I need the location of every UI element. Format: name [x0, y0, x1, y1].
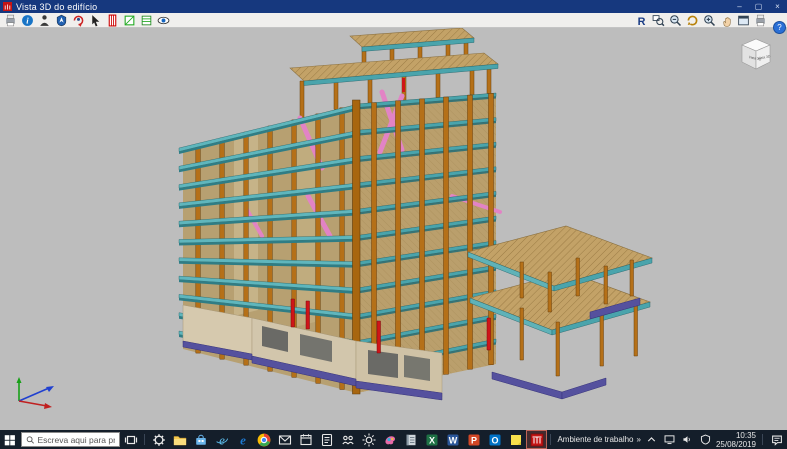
- toolbar-left-group: i: [2, 14, 172, 27]
- info-icon[interactable]: i: [20, 14, 35, 27]
- clock-time: 10:35: [735, 430, 756, 440]
- redraw-icon[interactable]: R: [634, 14, 649, 26]
- sticky-notes-icon[interactable]: [505, 430, 526, 449]
- toolbar-overflow-chevron[interactable]: »: [637, 435, 641, 444]
- app-window: Vista 3D do edifício – ▢ × i R Vista 3D …: [0, 0, 787, 449]
- desktop-toolbar-label[interactable]: Ambiente de trabalho: [557, 435, 633, 444]
- viewport-3d[interactable]: Vista 3D Vista 3D ?: [0, 22, 787, 430]
- store-icon[interactable]: [190, 430, 211, 449]
- taskbar-apps: ee X W P O: [120, 430, 548, 449]
- calendar-icon[interactable]: [295, 430, 316, 449]
- taskbar: ee X W P O Ambiente de trabalho » 10:35 25/0…: [0, 430, 787, 449]
- defender-shield-icon[interactable]: [698, 432, 713, 448]
- toolbar: i R: [0, 13, 787, 28]
- rotate-view-icon[interactable]: [685, 14, 700, 27]
- building-model[interactable]: [0, 27, 787, 430]
- people-icon[interactable]: [337, 430, 358, 449]
- close-button[interactable]: ×: [768, 0, 787, 13]
- person-icon[interactable]: [37, 14, 52, 27]
- axis-triad: [7, 373, 63, 416]
- weather-icon[interactable]: [358, 430, 379, 449]
- minimize-button[interactable]: –: [730, 0, 749, 13]
- svg-text:e: e: [219, 432, 225, 447]
- slab-stripes-icon[interactable]: [139, 14, 154, 27]
- word-icon[interactable]: W: [442, 430, 463, 449]
- mail-icon[interactable]: [274, 430, 295, 449]
- help-icon[interactable]: ?: [774, 22, 785, 33]
- clock-date: 25/08/2019: [715, 439, 756, 449]
- cype-icon[interactable]: [526, 430, 548, 449]
- search-input[interactable]: [37, 434, 116, 445]
- action-center-icon[interactable]: [769, 432, 784, 448]
- toolbar-right-group: R: [633, 14, 769, 27]
- settings-icon[interactable]: [148, 430, 169, 449]
- outlook-icon[interactable]: O: [484, 430, 505, 449]
- rotate-user-icon[interactable]: [71, 14, 86, 27]
- column-red-icon[interactable]: [105, 14, 120, 27]
- full-window-icon[interactable]: [736, 14, 751, 27]
- pointer-icon[interactable]: [88, 14, 103, 27]
- chrome-icon[interactable]: [253, 430, 274, 449]
- task-view-icon[interactable]: [120, 430, 141, 449]
- search-icon: [26, 435, 34, 444]
- svg-text:R: R: [638, 15, 646, 26]
- title-bar: Vista 3D do edifício – ▢ ×: [0, 0, 787, 13]
- x-axis-arrow: [44, 403, 52, 409]
- tray-chevron-up-icon[interactable]: [644, 432, 659, 448]
- internet-explorer-icon[interactable]: e: [211, 430, 232, 449]
- onenote-icon[interactable]: [400, 430, 421, 449]
- app-icon: [3, 2, 12, 11]
- excel-icon[interactable]: X: [421, 430, 442, 449]
- panel-green-icon[interactable]: [122, 14, 137, 27]
- svg-text:O: O: [491, 435, 498, 445]
- svg-text:X: X: [429, 435, 435, 445]
- speaker-icon[interactable]: [680, 432, 695, 448]
- svg-text:e: e: [240, 432, 246, 447]
- zoom-window-icon[interactable]: [651, 14, 666, 27]
- taskbar-search[interactable]: [20, 432, 121, 447]
- todo-icon[interactable]: [316, 430, 337, 449]
- view-cube[interactable]: Vista 3D Vista 3D: [736, 35, 776, 80]
- maximize-button[interactable]: ▢: [749, 0, 768, 13]
- powerpoint-icon[interactable]: P: [463, 430, 484, 449]
- svg-text:W: W: [449, 435, 458, 445]
- zoom-out-icon[interactable]: [668, 14, 683, 27]
- file-explorer-icon[interactable]: [169, 430, 190, 449]
- start-button[interactable]: [0, 430, 21, 449]
- pan-icon[interactable]: [719, 14, 734, 27]
- zoom-in-icon[interactable]: [702, 14, 717, 27]
- display-icon[interactable]: [662, 432, 677, 448]
- print-icon[interactable]: [3, 14, 18, 27]
- system-tray: Ambiente de trabalho » 10:35 25/08/2019: [547, 431, 787, 449]
- window-title: Vista 3D do edifício: [16, 1, 98, 12]
- print-view-icon[interactable]: [753, 14, 768, 27]
- z-axis-arrow: [16, 377, 22, 383]
- y-axis-arrow: [46, 386, 54, 392]
- eye-icon[interactable]: [156, 14, 171, 27]
- svg-text:P: P: [471, 435, 477, 445]
- edge-icon[interactable]: e: [232, 430, 253, 449]
- paint3d-icon[interactable]: [379, 430, 400, 449]
- clock[interactable]: 10:35 25/08/2019: [716, 431, 756, 449]
- compass-icon[interactable]: [54, 14, 69, 27]
